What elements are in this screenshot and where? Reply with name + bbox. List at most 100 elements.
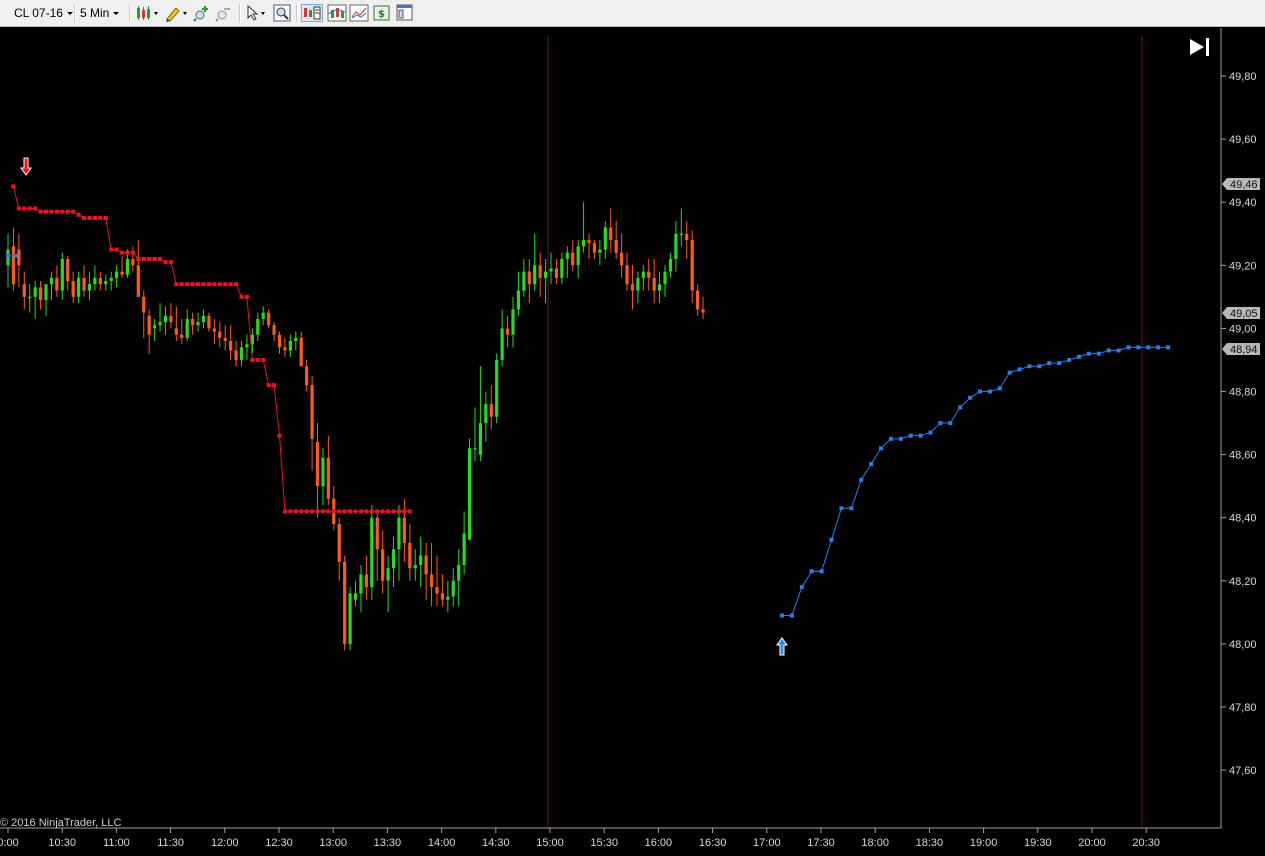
scroll-to-end-button[interactable] — [1184, 34, 1214, 60]
svg-text:$: $ — [378, 9, 385, 20]
time-tick-label: 18:30 — [916, 837, 944, 849]
magnifier-icon[interactable] — [273, 4, 291, 22]
candle-body — [82, 277, 86, 291]
candle-body — [66, 258, 70, 282]
candle-body — [191, 318, 195, 326]
candle-body — [180, 334, 184, 338]
long-stop-point — [1047, 361, 1052, 366]
strategies-icon[interactable] — [349, 4, 369, 22]
candle-body — [104, 281, 108, 285]
short-stop-point — [353, 509, 358, 514]
short-stop-point — [125, 250, 130, 255]
candle-body — [87, 284, 92, 291]
candle-body — [685, 233, 689, 241]
candle-body — [429, 574, 434, 588]
short-stop-point — [60, 209, 65, 214]
candle-body — [636, 277, 640, 291]
candle-body — [538, 265, 542, 278]
interval-label: 5 Min — [80, 6, 110, 20]
candle-body — [625, 265, 629, 285]
candle-body — [658, 284, 662, 291]
data-box-icon[interactable] — [301, 4, 323, 22]
time-tick-label: 15:00 — [536, 837, 564, 849]
candle-body — [364, 574, 368, 588]
short-stop-point — [304, 509, 309, 514]
candle-body — [386, 568, 390, 581]
short-stop-point — [152, 256, 157, 261]
candle-body — [223, 337, 227, 342]
candle-body — [446, 596, 450, 600]
templates-icon[interactable] — [396, 4, 414, 22]
properties-icon[interactable]: $ — [373, 4, 391, 22]
long-stop-point — [829, 537, 834, 542]
candle-body — [630, 284, 635, 291]
long-stop-point — [958, 405, 963, 410]
time-tick-label: 12:30 — [265, 837, 293, 849]
candle-body — [560, 258, 564, 278]
zoom-out-icon[interactable] — [215, 4, 233, 22]
price-tick-label: 49,40 — [1229, 197, 1257, 209]
candle-body — [505, 328, 510, 335]
candle-body — [71, 281, 75, 297]
candle-body — [587, 240, 591, 244]
zoom-in-icon[interactable] — [193, 4, 211, 22]
short-stop-point — [277, 433, 282, 438]
short-stop-point — [239, 294, 244, 299]
candle-body — [668, 258, 673, 272]
short-stop-point — [190, 282, 195, 287]
draw-tool-icon[interactable] — [164, 4, 187, 22]
price-chart[interactable]: 49,80 49,60 49,40 49,20 49,00 48,80 48,60 48,40… — [0, 28, 1265, 856]
short-stop-point — [212, 282, 217, 287]
candle-body — [174, 328, 178, 335]
long-stop-point — [859, 477, 864, 482]
price-tag-top: 49,46 — [1222, 178, 1260, 191]
candle-body — [207, 315, 211, 329]
candle-body — [201, 315, 206, 323]
short-stop-point — [223, 282, 228, 287]
short-stop-point — [185, 282, 190, 287]
instrument-selector[interactable]: CL 07-16 — [14, 3, 73, 23]
candle-body — [158, 322, 162, 326]
interval-selector[interactable]: 5 Min — [80, 3, 120, 23]
long-stop-point — [948, 421, 953, 426]
long-stop-point — [809, 569, 814, 574]
candle-body — [49, 277, 54, 285]
short-stop-point — [44, 209, 49, 214]
short-stop-point — [49, 209, 54, 214]
long-stop-point — [6, 253, 10, 258]
candle-body — [375, 517, 379, 550]
candle-body — [38, 287, 43, 301]
short-stop-point — [136, 256, 141, 261]
candle-body — [435, 587, 439, 594]
short-stop-point — [234, 282, 239, 287]
candle-body — [614, 240, 618, 253]
short-stop-point — [407, 509, 412, 514]
candle-body — [267, 312, 271, 326]
long-stop-point — [1166, 345, 1171, 350]
price-tag-last: 49,05 — [1222, 307, 1260, 320]
cursor-icon[interactable] — [245, 4, 265, 22]
candle-body — [326, 457, 330, 499]
long-stop-point — [968, 395, 973, 400]
candle-body — [169, 315, 173, 323]
candle-body — [619, 252, 624, 266]
candle-body — [261, 312, 265, 319]
indicators-icon[interactable] — [327, 4, 347, 22]
short-stop-point — [244, 294, 249, 299]
price-tick-label: 47,80 — [1229, 702, 1257, 714]
candle-body — [652, 277, 656, 291]
short-stop-point — [293, 509, 298, 514]
short-stop-point — [16, 206, 21, 211]
candle-body — [33, 287, 37, 297]
long-stop-point — [978, 389, 982, 394]
long-stop-point — [13, 253, 18, 258]
time-tick-label: 20:00 — [1078, 837, 1106, 849]
short-stop-point — [33, 206, 38, 211]
candle-body — [359, 574, 363, 594]
short-stop-point — [82, 215, 87, 220]
short-stop-point — [266, 383, 271, 388]
short-stop-point — [38, 209, 43, 214]
bar-type-icon[interactable] — [135, 4, 158, 22]
candle-body — [489, 404, 493, 417]
chart-toolbar: CL 07-16 5 Min $ — [0, 0, 1265, 27]
